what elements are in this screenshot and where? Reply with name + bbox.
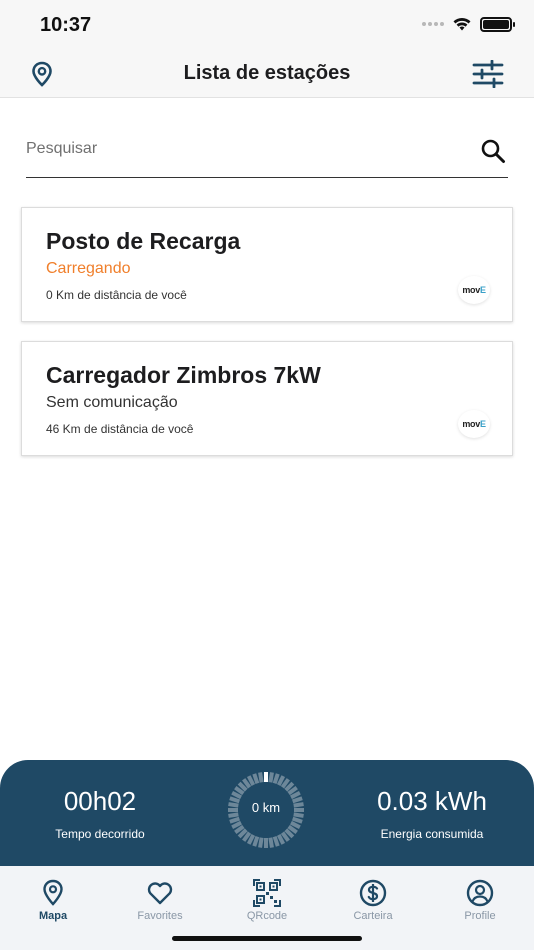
search-input[interactable] [26, 140, 446, 158]
gauge-segment [276, 775, 286, 786]
battery-icon [480, 16, 515, 32]
station-name: Carregador Zimbros 7kW [46, 362, 321, 388]
qrcode-icon [253, 879, 281, 907]
energy-metric: 0.03 kWh Energia consumida [347, 786, 517, 841]
charging-gauge: 0 km [221, 771, 311, 849]
search-bar [26, 130, 508, 178]
search-icon[interactable] [480, 138, 506, 164]
gauge-segment [272, 773, 280, 784]
nav-item-profile[interactable]: Profile [435, 878, 525, 922]
gauge-segment [246, 834, 256, 845]
page-title: Lista de estações [183, 62, 351, 84]
status-icons [422, 16, 515, 32]
elapsed-time-label: Tempo decorrido [55, 827, 145, 841]
wifi-icon [453, 18, 471, 31]
nav-label: Profile [464, 910, 496, 922]
gauge-segment [258, 837, 264, 848]
gauge-segment [290, 790, 301, 800]
nav-item-qrcode[interactable]: QRcode [222, 878, 312, 922]
signal-icon [422, 22, 444, 26]
operator-logo: mov E [458, 410, 490, 438]
home-indicator [172, 936, 362, 941]
gauge-segment [268, 772, 274, 783]
nav-item-favorites[interactable]: Favorites [115, 878, 205, 922]
energy-label: Energia consumida [380, 827, 484, 841]
nav-item-carteira[interactable]: Carteira [328, 878, 418, 922]
gauge-segment [292, 816, 303, 824]
gauge-segment [231, 790, 242, 800]
filter-sliders-icon[interactable] [472, 60, 504, 88]
operator-logo: mov E [458, 276, 490, 304]
gauge-segment [276, 834, 286, 845]
gauge-segment [258, 772, 264, 783]
gauge-segment [252, 773, 260, 784]
station-name: Posto de Recarga [46, 228, 241, 254]
status-time: 10:37 [40, 14, 92, 36]
nav-label: Carteira [353, 910, 393, 922]
station-distance: 46 Km de distância de você [46, 422, 194, 436]
heart-icon [147, 882, 173, 905]
gauge-segment [272, 836, 280, 847]
station-card[interactable]: Carregador Zimbros 7kW Sem comunicação 4… [21, 341, 513, 456]
charging-panel[interactable]: 00h02 Tempo decorrido 0 km 0.03 kWh Ener… [0, 760, 534, 870]
gauge-distance: 0 km [251, 800, 281, 815]
gauge-segment [229, 816, 240, 824]
station-distance: 0 Km de distância de você [46, 288, 187, 302]
nav-label: Mapa [38, 910, 68, 922]
station-status: Carregando [46, 260, 131, 277]
app-header: Lista de estações [0, 50, 534, 98]
dollar-icon [359, 879, 387, 907]
nav-label: Favorites [137, 910, 183, 922]
elapsed-time-value: 00h02 [63, 786, 137, 816]
map-pin-icon [43, 879, 63, 906]
nav-item-mapa[interactable]: Mapa [8, 878, 98, 922]
status-bar: 10:37 [0, 0, 534, 50]
station-card[interactable]: Posto de Recarga Carregando 0 Km de dist… [21, 207, 513, 322]
gauge-segment [231, 820, 242, 830]
gauge-segment [268, 837, 274, 848]
gauge-segment [290, 820, 301, 830]
elapsed-time-metric: 00h02 Tempo decorrido [15, 786, 185, 841]
station-status: Sem comunicação [46, 394, 178, 411]
profile-icon [466, 879, 494, 907]
gauge-segment [252, 836, 260, 847]
nav-label: QRcode [246, 910, 288, 922]
gauge-segment [246, 775, 256, 786]
energy-value: 0.03 kWh [377, 786, 487, 816]
